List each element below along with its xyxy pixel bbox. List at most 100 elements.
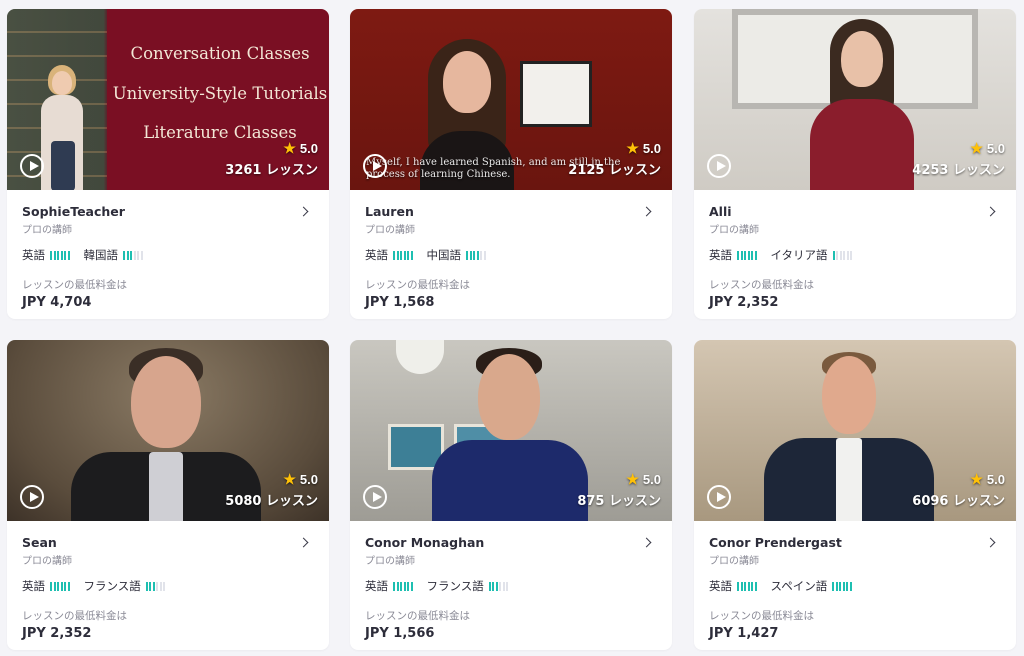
proficiency-bars bbox=[488, 581, 509, 591]
tutor-card[interactable]: ★ 5.0 5080 レッスン Sean プロの講師 英語 フランス語 レッスンの… bbox=[7, 340, 329, 650]
tutor-card[interactable]: Conversation Classes University-Style Tu… bbox=[7, 9, 329, 319]
tutor-name[interactable]: Sean bbox=[22, 535, 314, 550]
proficiency-tick bbox=[57, 581, 59, 591]
price: JPY 1,568 bbox=[365, 295, 435, 310]
proficiency-tick bbox=[506, 581, 509, 591]
price-label: レッスンの最低料金は bbox=[365, 279, 470, 291]
proficiency-tick bbox=[60, 581, 63, 591]
proficiency-tick bbox=[53, 581, 56, 591]
language-item: フランス語 bbox=[84, 578, 166, 594]
rating: ★ 5.0 bbox=[626, 471, 661, 487]
language-item: 英語 bbox=[709, 247, 757, 263]
proficiency-tick bbox=[403, 581, 406, 591]
proficiency-tick bbox=[754, 581, 757, 591]
language-list: 英語 フランス語 bbox=[22, 578, 314, 594]
tutor-card[interactable]: ★ 5.0 4253 レッスン Alli プロの講師 英語 イタリア語 レッスンの… bbox=[694, 9, 1016, 319]
rating: ★ 5.0 bbox=[970, 471, 1005, 487]
proficiency-tick bbox=[64, 250, 66, 260]
star-icon: ★ bbox=[283, 140, 296, 156]
tutor-name[interactable]: SophieTeacher bbox=[22, 204, 314, 219]
tutor-video-thumbnail[interactable]: ★ 5.0 875 レッスン bbox=[350, 340, 672, 521]
play-icon[interactable] bbox=[363, 485, 387, 509]
lesson-count: 4253 レッスン bbox=[912, 163, 1005, 178]
proficiency-tick bbox=[137, 250, 139, 260]
language-item: 英語 bbox=[22, 247, 70, 263]
proficiency-tick bbox=[60, 250, 63, 260]
proficiency-tick bbox=[396, 250, 399, 260]
proficiency-tick bbox=[400, 250, 402, 260]
play-icon[interactable] bbox=[20, 485, 44, 509]
price: JPY 1,427 bbox=[709, 626, 779, 641]
language-list: 英語 フランス語 bbox=[365, 578, 657, 594]
proficiency-tick bbox=[737, 250, 739, 260]
tutor-name[interactable]: Alli bbox=[709, 204, 1001, 219]
proficiency-bars bbox=[145, 581, 166, 591]
play-icon[interactable] bbox=[707, 485, 731, 509]
proficiency-tick bbox=[469, 250, 472, 260]
play-icon[interactable] bbox=[20, 154, 44, 178]
lesson-count: 3261 レッスン bbox=[225, 163, 318, 178]
proficiency-tick bbox=[163, 581, 166, 591]
play-icon[interactable] bbox=[707, 154, 731, 178]
tutor-name[interactable]: Conor Prendergast bbox=[709, 535, 1001, 550]
tutor-video-thumbnail[interactable]: Myself, I have learned Spanish, and am s… bbox=[350, 9, 672, 190]
proficiency-tick bbox=[502, 581, 505, 591]
proficiency-tick bbox=[839, 581, 842, 591]
tutor-card[interactable]: ★ 5.0 875 レッスン Conor Monaghan プロの講師 英語 フラ… bbox=[350, 340, 672, 650]
proficiency-tick bbox=[149, 581, 152, 591]
price-label: レッスンの最低料金は bbox=[709, 279, 814, 291]
proficiency-tick bbox=[400, 581, 402, 591]
proficiency-tick bbox=[747, 581, 750, 591]
lesson-count: 875 レッスン bbox=[577, 494, 661, 509]
proficiency-tick bbox=[140, 250, 143, 260]
proficiency-tick bbox=[50, 581, 52, 591]
tutor-video-thumbnail[interactable]: ★ 5.0 5080 レッスン bbox=[7, 340, 329, 521]
tutor-role: プロの講師 bbox=[22, 556, 72, 567]
language-list: 英語 スペイン語 bbox=[709, 578, 1001, 594]
proficiency-tick bbox=[483, 250, 486, 260]
proficiency-tick bbox=[407, 581, 409, 591]
price-label: レッスンの最低料金は bbox=[22, 279, 127, 291]
proficiency-tick bbox=[410, 581, 413, 591]
proficiency-tick bbox=[846, 581, 849, 591]
language-item: 中国語 bbox=[427, 247, 486, 263]
promo-line: University-Style Tutorials bbox=[112, 84, 328, 103]
tutor-video-thumbnail[interactable]: ★ 5.0 6096 レッスン bbox=[694, 340, 1016, 521]
proficiency-tick bbox=[842, 581, 845, 591]
language-item: 英語 bbox=[709, 578, 757, 594]
proficiency-tick bbox=[480, 250, 482, 260]
proficiency-tick bbox=[123, 250, 125, 260]
proficiency-tick bbox=[133, 250, 136, 260]
proficiency-tick bbox=[476, 250, 479, 260]
play-icon[interactable] bbox=[363, 154, 387, 178]
star-icon: ★ bbox=[970, 140, 983, 156]
price-label: レッスンの最低料金は bbox=[365, 610, 470, 622]
proficiency-tick bbox=[740, 581, 743, 591]
tutor-video-thumbnail[interactable]: ★ 5.0 4253 レッスン bbox=[694, 9, 1016, 190]
tutor-grid: Conversation Classes University-Style Tu… bbox=[0, 0, 1024, 656]
proficiency-tick bbox=[488, 581, 491, 591]
proficiency-tick bbox=[67, 250, 70, 260]
proficiency-tick bbox=[843, 250, 846, 260]
proficiency-tick bbox=[850, 250, 853, 260]
tutor-name[interactable]: Conor Monaghan bbox=[365, 535, 657, 550]
tutor-card[interactable]: Myself, I have learned Spanish, and am s… bbox=[350, 9, 672, 319]
star-icon: ★ bbox=[626, 140, 639, 156]
proficiency-tick bbox=[751, 250, 753, 260]
proficiency-tick bbox=[396, 581, 399, 591]
proficiency-tick bbox=[835, 581, 838, 591]
proficiency-tick bbox=[832, 250, 835, 260]
tutor-name[interactable]: Lauren bbox=[365, 204, 657, 219]
tutor-card[interactable]: ★ 5.0 6096 レッスン Conor Prendergast プロの講師 英… bbox=[694, 340, 1016, 650]
language-item: フランス語 bbox=[427, 578, 509, 594]
tutor-video-thumbnail[interactable]: Conversation Classes University-Style Tu… bbox=[7, 9, 329, 190]
proficiency-bars bbox=[737, 250, 757, 260]
lesson-count: 6096 レッスン bbox=[912, 494, 1005, 509]
price: JPY 2,352 bbox=[22, 626, 92, 641]
proficiency-tick bbox=[152, 581, 155, 591]
proficiency-tick bbox=[492, 581, 495, 591]
lesson-count: 2125 レッスン bbox=[568, 163, 661, 178]
language-item: 英語 bbox=[22, 578, 70, 594]
price: JPY 2,352 bbox=[709, 295, 779, 310]
price-label: レッスンの最低料金は bbox=[22, 610, 127, 622]
